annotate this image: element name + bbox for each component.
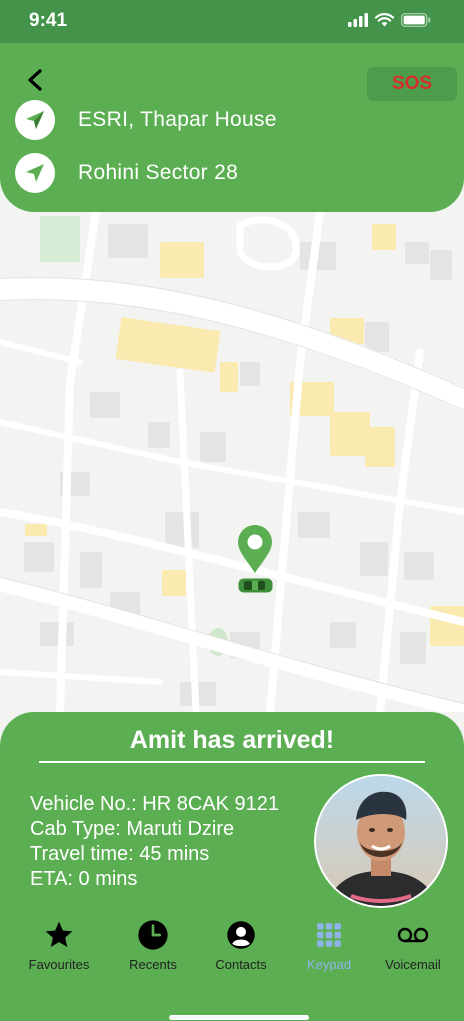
nav-label-keypad: Keypad <box>306 957 352 972</box>
destination-location[interactable]: Rohini Sector 28 <box>15 153 238 193</box>
nav-label-recents: Recents <box>129 957 177 972</box>
nav-label-favourites: Favourites <box>28 957 90 972</box>
bottom-nav: Favourites Recents Contacts Keypad Voice… <box>0 917 464 977</box>
navigation-arrow-icon <box>15 100 55 140</box>
nav-item-contacts[interactable]: Contacts <box>196 917 286 972</box>
back-arrow-icon[interactable] <box>22 67 48 93</box>
navigation-arrow-icon <box>15 153 55 193</box>
voicemail-icon <box>397 927 429 943</box>
map-roads <box>0 212 464 712</box>
status-time: 9:41 <box>29 10 68 31</box>
divider <box>39 761 425 763</box>
nav-label-contacts: Contacts <box>215 957 267 972</box>
wifi-icon <box>375 13 394 27</box>
status-bar: 9:41 <box>0 0 464 43</box>
nav-item-favourites[interactable]: Favourites <box>14 917 104 972</box>
ride-details: Vehicle No.: HR 8CAK 9121 Cab Type: Maru… <box>30 792 279 892</box>
pickup-location[interactable]: ESRI, Thapar House <box>15 100 277 140</box>
destination-text: Rohini Sector 28 <box>78 161 239 184</box>
nav-item-keypad[interactable]: Keypad <box>284 917 374 972</box>
trip-header: SOS ESRI, Thapar House Rohini Sector 28 <box>0 43 464 212</box>
pickup-text: ESRI, Thapar House <box>78 108 277 131</box>
battery-icon <box>401 13 431 27</box>
driver-avatar <box>314 774 448 908</box>
nav-item-voicemail[interactable]: Voicemail <box>368 917 458 972</box>
eta: ETA: 0 mins <box>30 868 138 890</box>
star-icon <box>45 921 73 947</box>
location-pin-icon <box>238 525 272 573</box>
nav-label-voicemail: Voicemail <box>385 957 441 972</box>
vehicle-number: Vehicle No.: HR 8CAK 9121 <box>30 793 280 815</box>
nav-item-recents[interactable]: Recents <box>108 917 198 972</box>
status-icons <box>348 13 431 27</box>
cab-type: Cab Type: Maruti Dzire <box>30 818 235 840</box>
home-indicator[interactable] <box>169 1015 309 1020</box>
sos-button[interactable]: SOS <box>367 67 457 101</box>
person-circle-icon <box>227 921 255 949</box>
car-icon <box>238 578 273 593</box>
ride-info-sheet: Amit has arrived! Vehicle No.: HR 8CAK 9… <box>0 712 464 1021</box>
map-view[interactable] <box>0 212 464 712</box>
keypad-icon <box>317 923 341 947</box>
signal-icon <box>348 13 368 27</box>
clock-icon <box>138 920 168 950</box>
arrival-headline: Amit has arrived! <box>129 726 335 754</box>
travel-time: Travel time: 45 mins <box>30 843 210 865</box>
